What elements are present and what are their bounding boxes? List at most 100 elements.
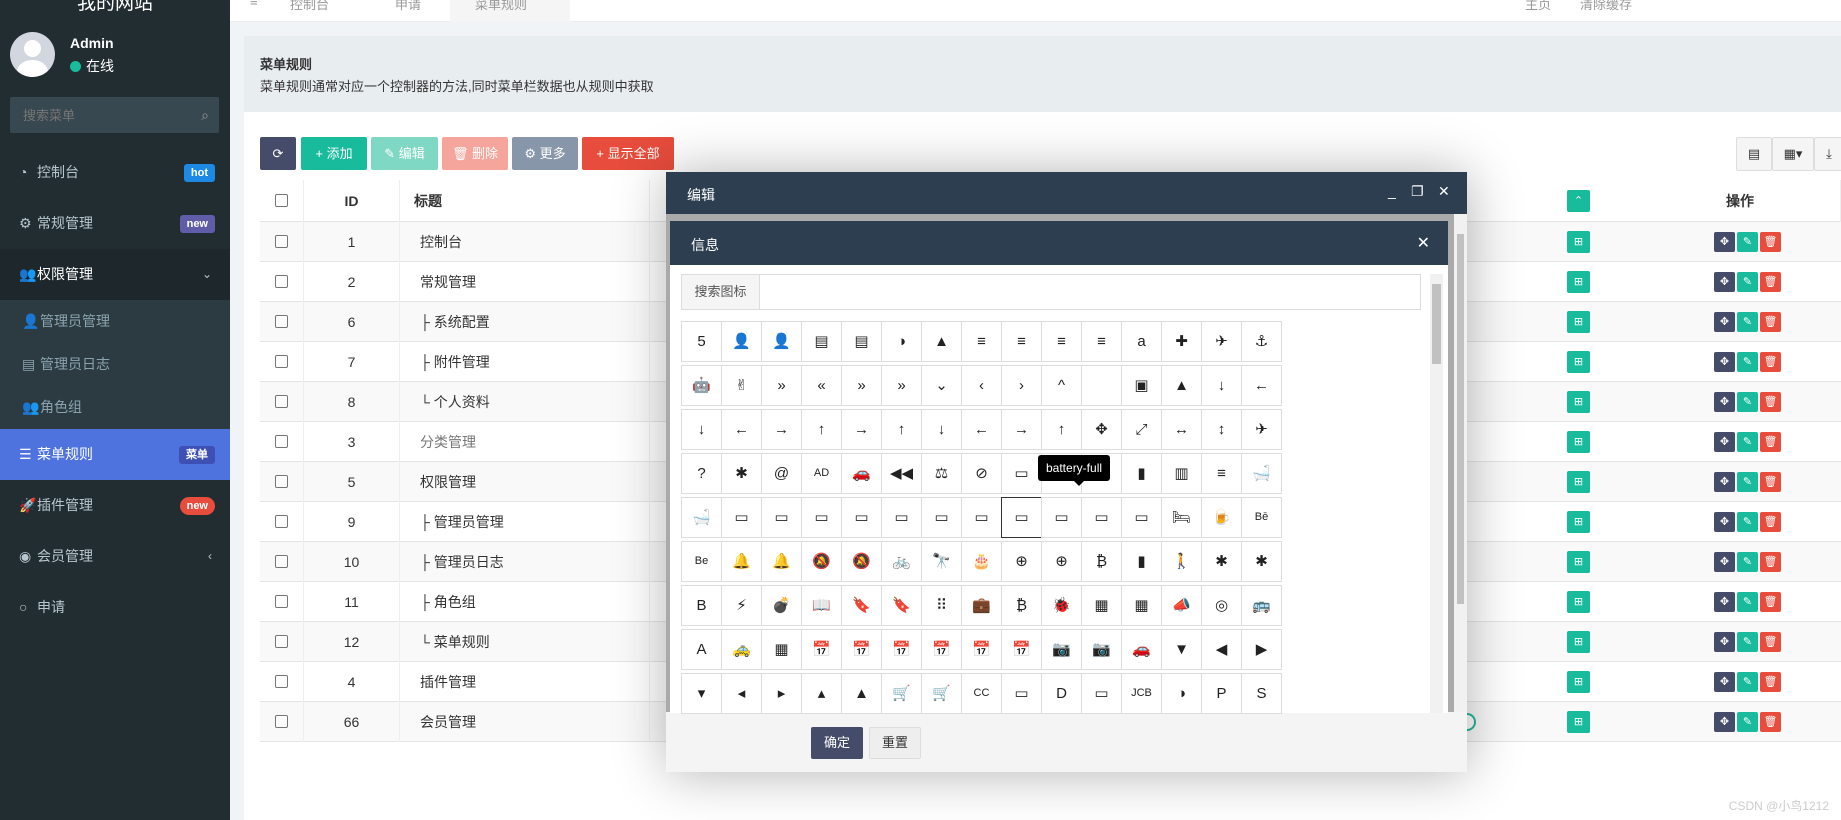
icon-option[interactable]: ⊕ [1001, 541, 1042, 582]
row-checkbox[interactable] [275, 715, 288, 728]
tab-dashboard[interactable]: 控制台 [290, 0, 329, 13]
row-checkbox[interactable] [275, 675, 288, 688]
icon-option[interactable]: ≡ [1041, 321, 1082, 362]
icon-option[interactable]: 🛏 [1161, 497, 1202, 538]
icon-option[interactable]: 🐞 [1041, 585, 1082, 626]
edit-button[interactable]: ✎ 编辑 [371, 137, 438, 170]
drag-icon[interactable]: ✥ [1714, 712, 1735, 732]
icon-option[interactable]: ▦ [1121, 585, 1162, 626]
icon-option[interactable]: ▭ [1081, 497, 1122, 538]
edit-icon[interactable]: ✎ [1737, 312, 1758, 332]
delete-icon[interactable]: 🗑 [1760, 312, 1781, 332]
row-checkbox[interactable] [275, 355, 288, 368]
tab-menu-rule[interactable]: 菜单规则 [475, 0, 527, 13]
icon-option[interactable]: ▦ [1081, 585, 1122, 626]
close-icon[interactable]: ✕ [1438, 183, 1450, 200]
icon-option[interactable]: → [761, 409, 802, 450]
icon-option[interactable]: 🚗 [1121, 629, 1162, 670]
sidebar-toggle-icon[interactable]: ≡ [250, 0, 258, 9]
icon-option[interactable]: ◑ [1161, 673, 1202, 714]
tree-icon[interactable]: ⊞ [1567, 471, 1590, 493]
icon-option[interactable]: 📅 [801, 629, 842, 670]
icon-option[interactable]: @ [761, 453, 802, 494]
icon-option[interactable]: › [1001, 365, 1042, 406]
icon-option[interactable]: ▾ [681, 673, 722, 714]
icon-option[interactable]: 🚗 [841, 453, 882, 494]
icon-option[interactable]: 🔔 [761, 541, 802, 582]
icon-option[interactable]: ₿ [1001, 585, 1042, 626]
edit-dialog-scrollbar[interactable] [1454, 214, 1467, 712]
edit-icon[interactable]: ✎ [1737, 432, 1758, 452]
icon-option[interactable]: 🔔 [721, 541, 762, 582]
edit-icon[interactable]: ✎ [1737, 472, 1758, 492]
icon-option[interactable]: » [881, 365, 922, 406]
icon-option[interactable]: ▭ [921, 497, 962, 538]
columns-dropdown-icon[interactable]: ▦▾ [1772, 137, 1814, 171]
icon-option[interactable]: a [1121, 321, 1162, 362]
sidebar-item-1[interactable]: ⚙ 常规管理 new [0, 198, 230, 249]
icon-option[interactable]: D [1041, 673, 1082, 714]
icon-option[interactable]: ↑ [1041, 409, 1082, 450]
icon-option[interactable]: ^ [1041, 365, 1082, 406]
drag-icon[interactable]: ✥ [1714, 592, 1735, 612]
icon-option[interactable]: S [1241, 673, 1282, 714]
nav-home[interactable]: 主页 [1525, 0, 1551, 13]
icon-option[interactable]: ⚖ [921, 453, 962, 494]
icon-option[interactable]: ⌄ [921, 365, 962, 406]
delete-icon[interactable]: 🗑 [1760, 512, 1781, 532]
icon-option[interactable]: ⤢ [1121, 409, 1162, 450]
icon-option[interactable]: 🛁 [681, 497, 722, 538]
icon-option[interactable]: Be [681, 541, 722, 582]
icon-option[interactable]: 📣 [1161, 585, 1202, 626]
icon-option[interactable]: ✱ [721, 453, 762, 494]
tree-icon[interactable]: ⊞ [1567, 591, 1590, 613]
scrollbar-thumb[interactable] [1457, 234, 1464, 604]
icon-option[interactable]: ▴ [801, 673, 842, 714]
reset-button[interactable]: 重置 [869, 727, 921, 759]
icon-option[interactable]: ◎ [1201, 585, 1242, 626]
icon-option[interactable]: ▮ [1121, 453, 1162, 494]
icon-option[interactable]: ↔ [1161, 409, 1202, 450]
drag-icon[interactable]: ✥ [1714, 272, 1735, 292]
icon-option[interactable]: 🤖 [681, 365, 722, 406]
icon-option[interactable] [1081, 365, 1122, 406]
sidebar-item-5[interactable]: 👥角色组 [0, 386, 230, 429]
row-checkbox[interactable] [275, 595, 288, 608]
icon-option[interactable]: ✚ [1161, 321, 1202, 362]
icon-option[interactable]: → [1001, 409, 1042, 450]
icon-option[interactable]: ↑ [801, 409, 842, 450]
row-checkbox[interactable] [275, 235, 288, 248]
icon-option[interactable]: 🛁 [1241, 453, 1282, 494]
tab-apply[interactable]: 申请 [395, 0, 421, 13]
icon-option[interactable]: 🚌 [1241, 585, 1282, 626]
icon-option[interactable]: ↕ [1201, 409, 1242, 450]
icon-option[interactable]: ▭ [1041, 497, 1082, 538]
edit-icon[interactable]: ✎ [1737, 552, 1758, 572]
edit-icon[interactable]: ✎ [1737, 352, 1758, 372]
icon-option[interactable]: ▭ [1001, 453, 1042, 494]
icon-picker-scrollbar[interactable] [1430, 274, 1443, 713]
drag-icon[interactable]: ✥ [1714, 352, 1735, 372]
icon-option[interactable]: ▤ [841, 321, 882, 362]
icon-option[interactable]: ▤ [801, 321, 842, 362]
tree-icon[interactable]: ⊞ [1567, 351, 1590, 373]
edit-icon[interactable]: ✎ [1737, 392, 1758, 412]
icon-option[interactable]: « [801, 365, 842, 406]
icon-option[interactable]: ‹ [961, 365, 1002, 406]
sidebar-item-3[interactable]: 👤管理员管理 [0, 300, 230, 343]
icon-option[interactable]: ▲ [1161, 365, 1202, 406]
edit-icon[interactable]: ✎ [1737, 232, 1758, 252]
icon-option[interactable]: ← [1241, 365, 1282, 406]
icon-option[interactable]: 🚶 [1161, 541, 1202, 582]
icon-option[interactable]: 🔖 [881, 585, 922, 626]
icon-option[interactable]: 🔕 [841, 541, 882, 582]
icon-option[interactable]: ◀ [1201, 629, 1242, 670]
sidebar-item-4[interactable]: ▤ 管理员日志 [0, 343, 230, 386]
icon-option[interactable]: ◑ [881, 321, 922, 362]
tree-icon[interactable]: ⊞ [1567, 271, 1590, 293]
drag-icon[interactable]: ✥ [1714, 472, 1735, 492]
icon-option[interactable]: P [1201, 673, 1242, 714]
icon-option[interactable]: ? [681, 453, 722, 494]
expand-toggle-icon[interactable]: ⌃ [1567, 190, 1590, 212]
delete-icon[interactable]: 🗑 [1760, 272, 1781, 292]
